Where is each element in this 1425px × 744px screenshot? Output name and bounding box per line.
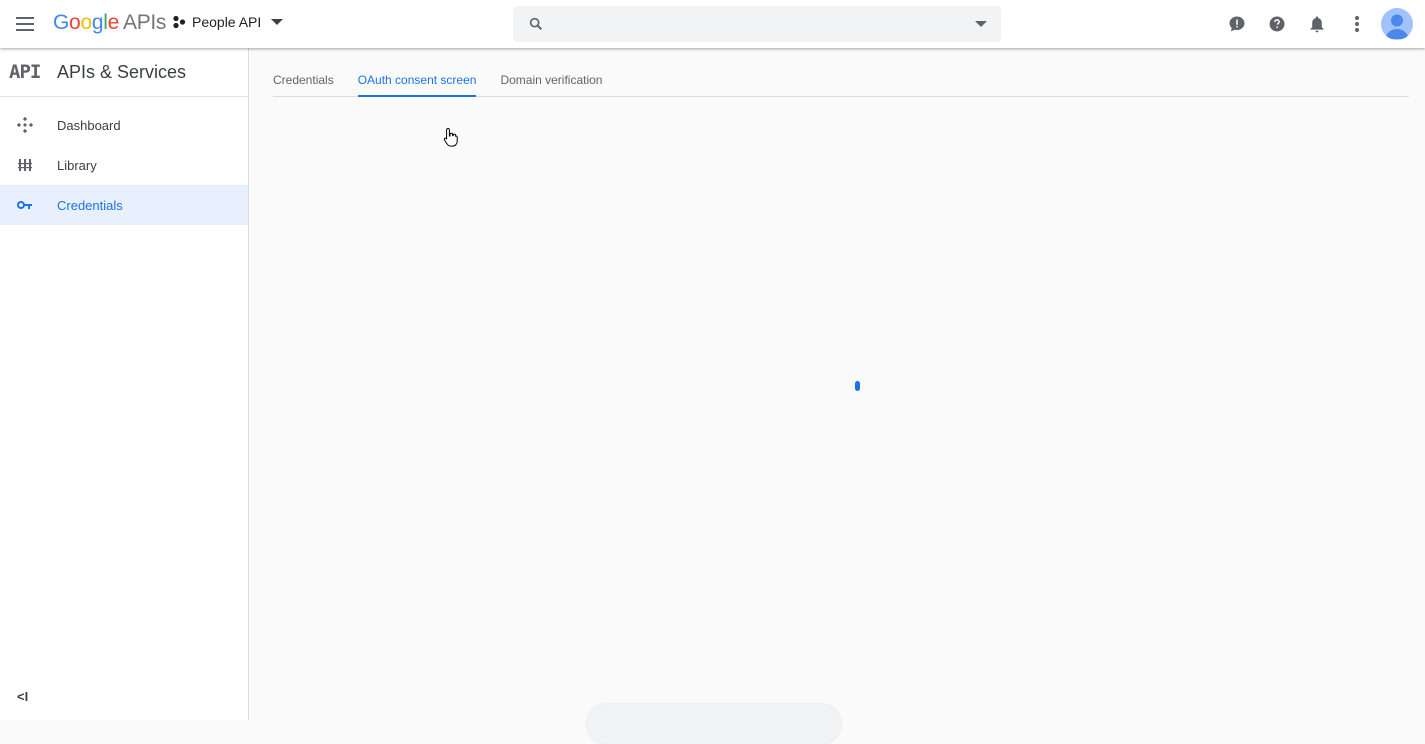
google-apis-logo[interactable]: Google APIs [53,11,166,35]
collapse-sidebar-icon[interactable]: <I [17,689,28,704]
tab-bar: Credentials OAuth consent screen Domain … [273,64,1409,97]
search-icon [529,17,543,31]
sidebar-item-label: Library [57,157,97,173]
help-icon[interactable] [1265,12,1289,36]
sidebar: API APIs & Services Dashboard Library Cr… [0,48,249,720]
project-dots-icon [173,15,186,29]
search-bar[interactable] [513,6,1001,42]
top-app-bar: Google APIs People API [0,0,1425,48]
person-icon [1385,14,1409,39]
sidebar-item-credentials[interactable]: Credentials [0,185,248,225]
menu-icon[interactable] [13,12,37,36]
project-name: People API [192,14,262,30]
project-selector[interactable]: People API [172,14,284,30]
account-avatar[interactable] [1381,8,1413,40]
sidebar-title: APIs & Services [57,61,187,82]
key-icon [17,197,33,213]
logo-letter: e [107,11,120,34]
chevron-down-icon [271,19,284,25]
hand-cursor-icon [443,127,458,147]
tab-domain-verification[interactable]: Domain verification [500,64,602,97]
logo-letter: o [80,11,92,34]
sidebar-item-label: Credentials [57,197,123,213]
logo-letter: G [53,11,70,34]
dashboard-icon [17,117,33,133]
api-icon: API [9,61,41,83]
logo-letter: o [69,11,81,34]
sidebar-item-library[interactable]: Library [0,145,248,185]
logo-apis-text: APIs [122,11,167,34]
loading-spinner [855,381,860,391]
sidebar-item-label: Dashboard [57,117,121,133]
search-dropdown-icon[interactable] [975,21,987,27]
logo-letter: g [91,11,104,34]
search-input[interactable] [561,14,961,34]
library-icon [17,157,33,173]
more-vert-icon[interactable] [1345,12,1369,36]
tab-credentials[interactable]: Credentials [273,64,334,97]
notifications-icon[interactable] [1305,12,1329,36]
tab-oauth-consent-screen[interactable]: OAuth consent screen [357,64,477,97]
sidebar-header: API APIs & Services [0,48,248,97]
sidebar-item-dashboard[interactable]: Dashboard [0,105,248,145]
feedback-icon[interactable] [1225,12,1249,36]
bottom-toast [587,704,841,744]
